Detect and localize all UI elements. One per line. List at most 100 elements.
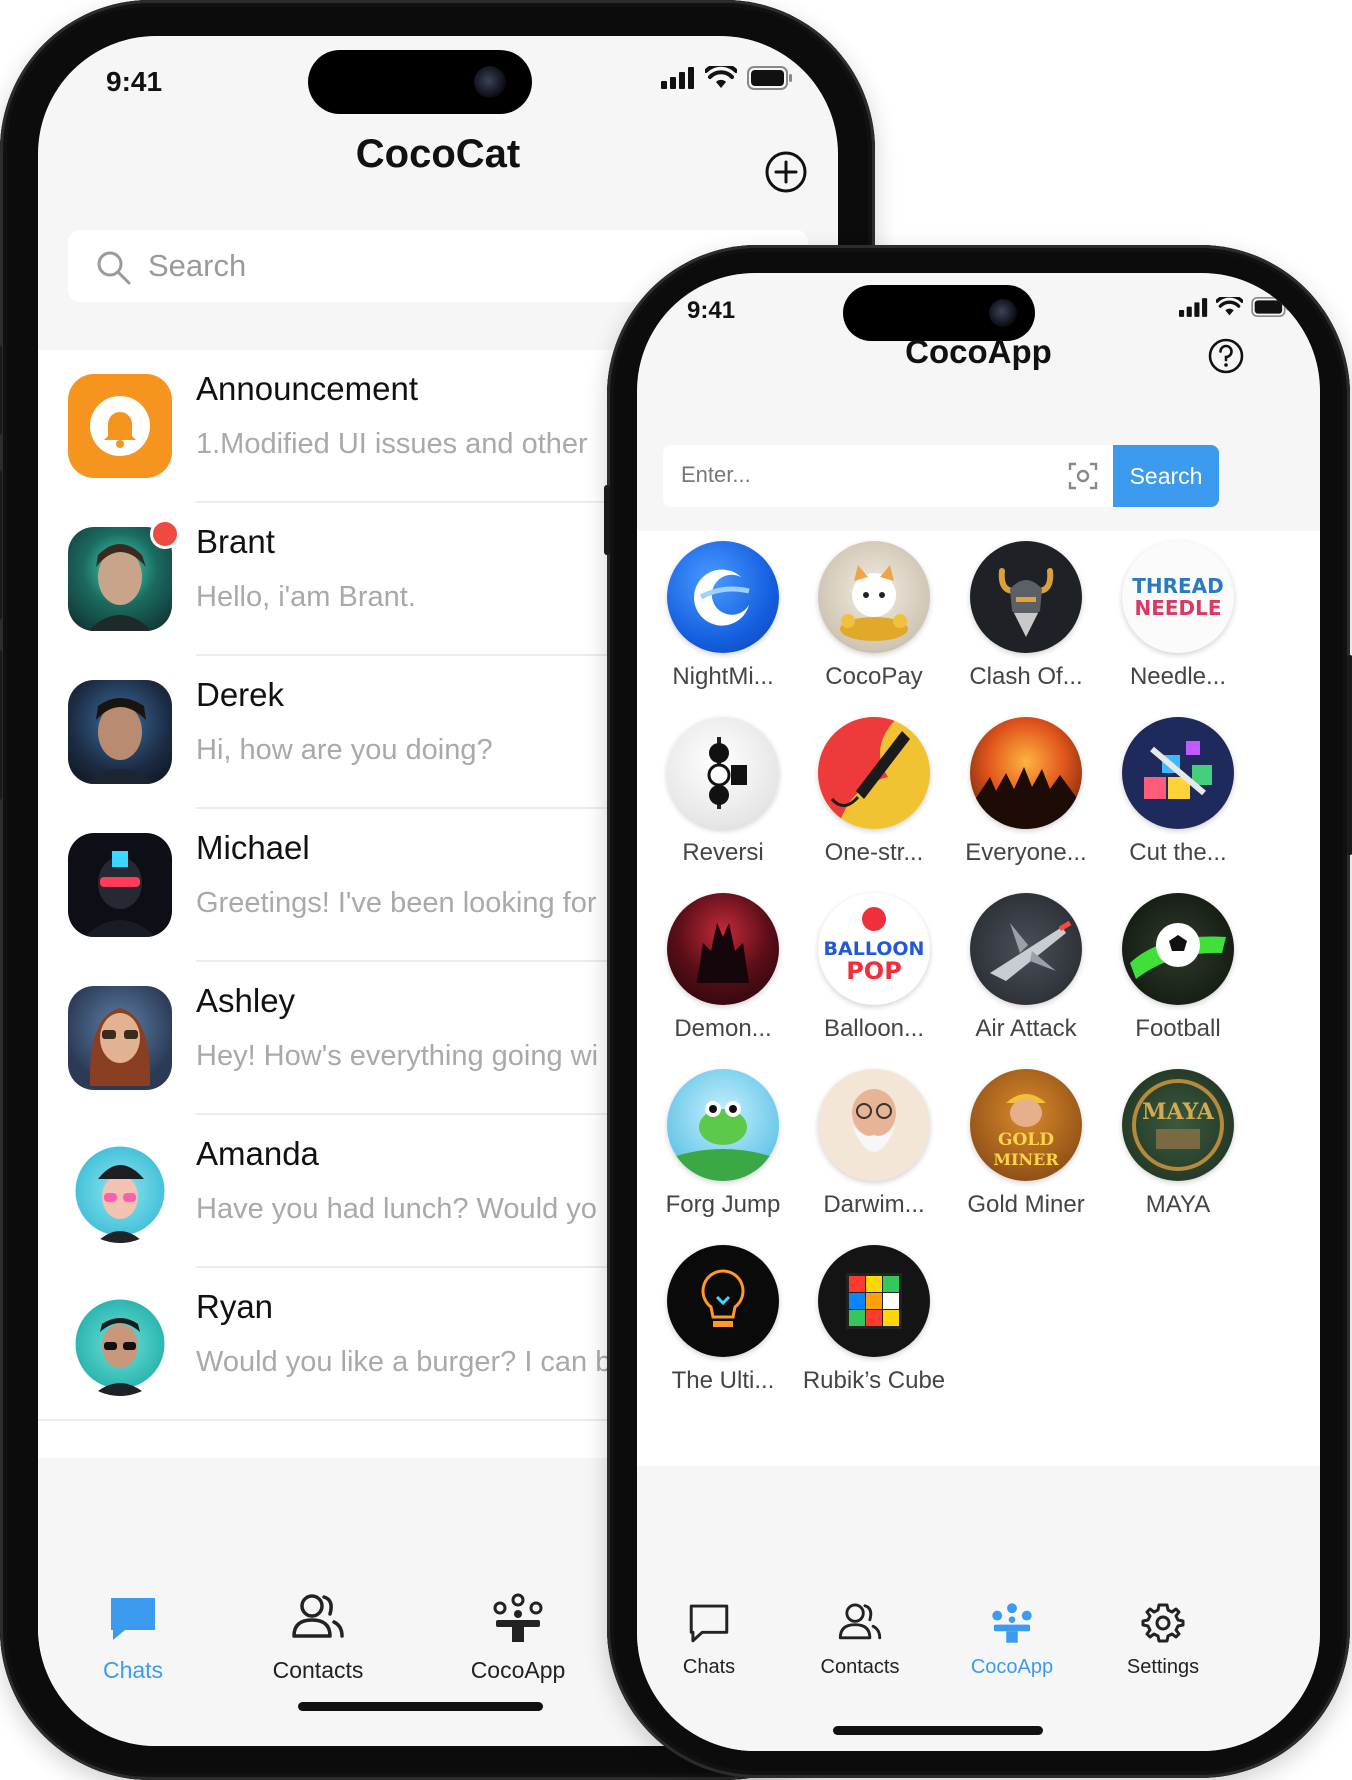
apps-icon — [493, 1593, 543, 1642]
app-label: Air Attack — [975, 1015, 1077, 1042]
battery-icon — [1251, 297, 1289, 317]
tab-cocoapp[interactable]: CocoApp — [448, 1592, 588, 1684]
tab-label: Contacts — [272, 1657, 364, 1683]
status-time: 9:41 — [687, 297, 736, 324]
tab-chats[interactable]: Chats — [649, 1601, 769, 1679]
app-cut-the[interactable]: Cut the... — [1092, 717, 1264, 867]
tab-label: Chats — [682, 1656, 736, 1678]
avatar — [68, 1139, 172, 1243]
bell-icon — [90, 396, 150, 456]
plus-circle-icon[interactable] — [764, 150, 808, 194]
app-label: Rubik’s Cube — [802, 1367, 946, 1394]
phone-apps: 9:41 CocoApp Enter... Search NightMi... … — [604, 245, 1352, 1778]
app-darwim[interactable]: Darwim... — [788, 1069, 960, 1219]
chat-preview: Have you had lunch? Would yo — [196, 1193, 597, 1225]
app-label: MAYA — [1145, 1191, 1211, 1218]
scan-icon[interactable] — [1068, 461, 1098, 491]
app-gold-miner[interactable]: GOLD MINER Gold Miner — [940, 1069, 1112, 1219]
svg-text:POP: POP — [846, 957, 902, 985]
app-the-ulti[interactable]: The Ulti... — [637, 1245, 809, 1395]
contacts-icon — [292, 1594, 344, 1638]
app-needle[interactable]: THREAD NEEDLE Needle... — [1092, 541, 1264, 691]
app-label: Needle... — [1129, 663, 1227, 690]
tab-label: Contacts — [820, 1656, 900, 1678]
app-search-row: Enter... Search — [663, 445, 1293, 507]
chat-name: Announcement — [196, 370, 418, 407]
side-button — [0, 650, 2, 800]
avatar — [68, 680, 172, 784]
chat-name: Derek — [196, 676, 285, 713]
app-icon — [1122, 893, 1234, 1005]
app-label: Clash Of... — [969, 663, 1083, 690]
app-icon — [970, 717, 1082, 829]
app-icon — [667, 717, 779, 829]
app-icon — [818, 1069, 930, 1181]
app-one-stroke[interactable]: One-str... — [788, 717, 960, 867]
app-icon — [667, 893, 779, 1005]
chat-name: Brant — [196, 523, 275, 560]
chat-bubble-icon — [111, 1598, 155, 1640]
chat-preview: Hey! How's everything going wi — [196, 1040, 599, 1072]
app-label: Demon... — [674, 1015, 772, 1042]
avatar — [68, 1292, 172, 1396]
search-placeholder: Search — [148, 248, 247, 283]
tab-contacts[interactable]: Contacts — [800, 1601, 920, 1679]
wifi-icon — [705, 66, 737, 88]
side-button — [0, 470, 2, 620]
app-label: Darwim... — [823, 1191, 925, 1218]
app-everyone[interactable]: Everyone... — [940, 717, 1112, 867]
camera-lens — [989, 299, 1017, 327]
app-air-attack[interactable]: Air Attack — [940, 893, 1112, 1043]
app-label: Balloon... — [823, 1015, 925, 1042]
svg-text:GOLD: GOLD — [998, 1130, 1054, 1150]
page-title: CocoCat — [355, 132, 521, 176]
side-button — [1347, 655, 1352, 855]
search-icon — [97, 251, 131, 285]
app-label: NightMi... — [672, 663, 774, 690]
chat-preview: Hi, how are you doing? — [196, 734, 493, 766]
app-maya[interactable]: MAYA MAYA — [1092, 1069, 1264, 1219]
chat-preview: 1.Modified UI issues and other — [196, 428, 588, 460]
search-button[interactable]: Search — [1113, 445, 1219, 507]
dynamic-island — [308, 50, 532, 114]
help-icon[interactable] — [1207, 337, 1245, 375]
app-label: Cut the... — [1129, 839, 1227, 866]
app-icon — [1122, 717, 1234, 829]
search-placeholder: Enter... — [681, 462, 751, 487]
app-icon — [667, 541, 779, 653]
tab-label: CocoApp — [970, 1656, 1054, 1678]
app-icon: MAYA — [1122, 1069, 1234, 1181]
tab-contacts[interactable]: Contacts — [248, 1592, 388, 1684]
tab-settings[interactable]: Settings — [1103, 1601, 1223, 1679]
app-rubiks-cube[interactable]: Rubik’s Cube — [788, 1245, 960, 1395]
svg-text:NEEDLE: NEEDLE — [1134, 596, 1221, 620]
tab-chats[interactable]: Chats — [78, 1592, 188, 1684]
battery-icon — [747, 66, 792, 90]
app-football[interactable]: Football — [1092, 893, 1264, 1043]
app-cocopay[interactable]: CocoPay — [788, 541, 960, 691]
contacts-icon — [838, 1603, 882, 1640]
side-button — [0, 345, 2, 435]
tab-label: Chats — [102, 1657, 164, 1683]
svg-text:MINER: MINER — [993, 1150, 1059, 1169]
app-clash-of[interactable]: Clash Of... — [940, 541, 1112, 691]
app-label: CocoPay — [825, 663, 923, 690]
chat-name: Michael — [196, 829, 310, 866]
app-icon — [818, 717, 930, 829]
camera-lens — [474, 66, 506, 98]
app-reversi[interactable]: Reversi — [637, 717, 809, 867]
app-icon — [667, 1069, 779, 1181]
unread-dot — [150, 519, 180, 549]
app-demon[interactable]: Demon... — [637, 893, 809, 1043]
status-time: 9:41 — [106, 66, 163, 97]
app-label: Everyone... — [965, 839, 1087, 866]
app-balloon[interactable]: BALLOON POP Balloon... — [788, 893, 960, 1043]
app-forg-jump[interactable]: Forg Jump — [637, 1069, 809, 1219]
app-nightmi[interactable]: NightMi... — [637, 541, 809, 691]
app-search-input[interactable]: Enter... — [663, 445, 1113, 507]
app-icon: GOLD MINER — [970, 1069, 1082, 1181]
app-grid: NightMi... CocoPay Clash Of... THREAD NE — [637, 531, 1320, 1466]
app-label: Football — [1135, 1015, 1221, 1042]
chat-name: Amanda — [196, 1135, 319, 1172]
tab-cocoapp[interactable]: CocoApp — [952, 1601, 1072, 1679]
